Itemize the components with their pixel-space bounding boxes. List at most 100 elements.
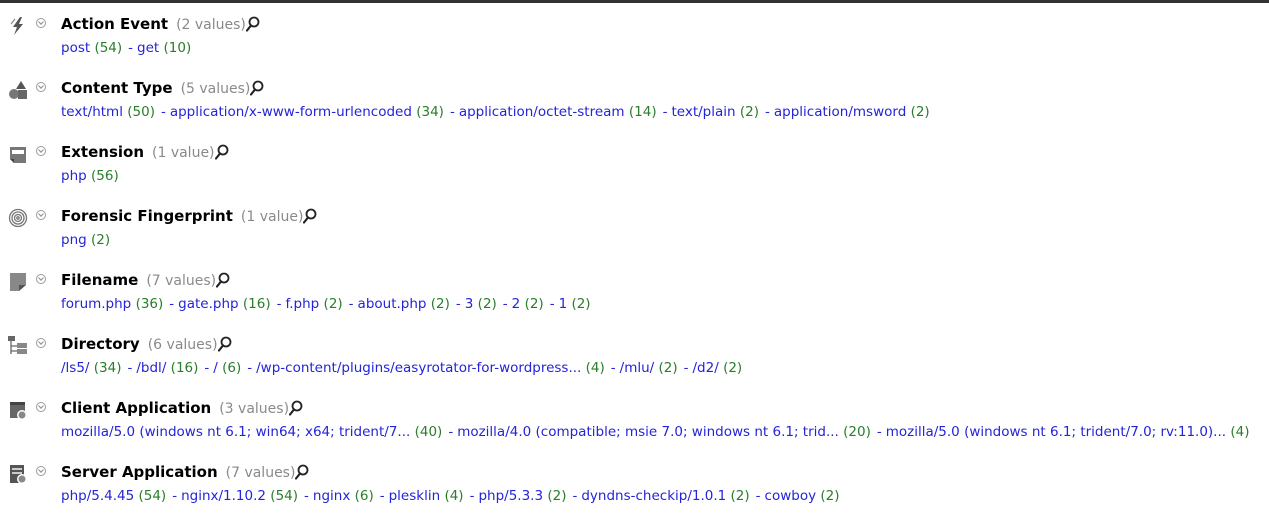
facet-value-link[interactable]: /ls5/ (34) <box>61 360 122 376</box>
collapse-toggle-icon[interactable] <box>36 210 46 220</box>
file-extension-icon <box>7 143 29 165</box>
facet-value-label[interactable]: about.php <box>358 296 427 312</box>
facet-header: Server Application (7 values) <box>61 462 309 482</box>
client-application-icon <box>7 399 29 421</box>
facet-value-link[interactable]: f.php (2) <box>285 296 342 312</box>
value-separator: - <box>276 296 282 312</box>
search-icon[interactable] <box>216 272 230 288</box>
facet-value-label[interactable]: gate.php <box>178 296 238 312</box>
facet-value-label[interactable]: /d2/ <box>693 360 719 376</box>
facet-value-label[interactable]: plesklin <box>389 488 441 504</box>
facet-value-label[interactable]: /mlu/ <box>620 360 655 376</box>
facet-value-link[interactable]: png (2) <box>61 232 110 248</box>
facet-value-label[interactable]: application/msword <box>774 104 906 120</box>
facet-value-link[interactable]: 2 (2) <box>512 296 544 312</box>
facet-value-link[interactable]: text/plain (2) <box>671 104 759 120</box>
facet-value-label[interactable]: 2 <box>512 296 521 312</box>
facet-value-link[interactable]: /bdl/ (16) <box>136 360 198 376</box>
search-icon[interactable] <box>295 464 309 480</box>
facet-value-link[interactable]: mozilla/4.0 (compatible; msie 7.0; windo… <box>457 424 871 440</box>
collapse-toggle-icon[interactable] <box>36 82 46 92</box>
facet-value-label[interactable]: f.php <box>285 296 319 312</box>
facet-value-link[interactable]: mozilla/5.0 (windows nt 6.1; win64; x64;… <box>61 424 442 440</box>
facet-values: /ls5/ (34) -/bdl/ (16) - / (6) -/wp-content/… <box>61 360 742 376</box>
value-separator: - <box>169 296 175 312</box>
facet-value-link[interactable]: php (56) <box>61 168 119 184</box>
facet-values: post (54) - get (10) <box>61 40 191 56</box>
search-icon[interactable] <box>214 144 229 160</box>
facet-value-link[interactable]: forum.php (36) <box>61 296 163 312</box>
facet-value-label[interactable]: /ls5/ <box>61 360 89 376</box>
facet-value-link[interactable]: application/x-www-form-urlencoded (34) <box>170 104 444 120</box>
facet-value-link[interactable]: application/msword (2) <box>774 104 930 120</box>
facet-value-link[interactable]: about.php (2) <box>358 296 450 312</box>
facet-value-label[interactable]: /bdl/ <box>136 360 166 376</box>
facet-value-label[interactable]: nginx <box>313 488 350 504</box>
facet-value-count-badge: (4) <box>444 488 464 504</box>
facet-row: Forensic Fingerprint (1 value) png (2) <box>0 195 1269 259</box>
facet-value-label[interactable]: dyndns-checkip/1.0.1 <box>581 488 726 504</box>
facet-title: Filename <box>61 271 139 289</box>
collapse-toggle-icon[interactable] <box>36 466 46 476</box>
facet-row: Action Event (2 values) post (54) - get (10) <box>0 3 1269 67</box>
facet-value-label[interactable]: php <box>61 168 87 184</box>
facet-value-link[interactable]: /wp-content/plugins/easyrotator-for-word… <box>256 360 605 376</box>
facet-value-label[interactable]: forum.php <box>61 296 131 312</box>
facet-value-link[interactable]: mozilla/5.0 (windows nt 6.1; trident/7.0… <box>886 424 1250 440</box>
facet-value-link[interactable]: get (10) <box>137 40 191 56</box>
collapse-toggle-icon[interactable] <box>36 274 46 284</box>
facet-header: Client Application (3 values) <box>61 398 303 418</box>
facet-value-link[interactable]: php/5.4.45 (54) <box>61 488 166 504</box>
facet-value-link[interactable]: /d2/ (2) <box>693 360 743 376</box>
facet-value-label[interactable]: /wp-content/plugins/easyrotator-for-word… <box>256 360 581 376</box>
collapse-toggle-icon[interactable] <box>36 18 46 28</box>
facet-value-label[interactable]: cowboy <box>765 488 817 504</box>
facet-value-label[interactable]: post <box>61 40 90 56</box>
facet-value-label[interactable]: php/5.3.3 <box>478 488 543 504</box>
facet-value-label[interactable]: 1 <box>559 296 568 312</box>
facet-value-label[interactable]: application/x-www-form-urlencoded <box>170 104 412 120</box>
collapse-toggle-icon[interactable] <box>36 402 46 412</box>
search-icon[interactable] <box>288 400 303 416</box>
facet-value-link[interactable]: /mlu/ (2) <box>620 360 678 376</box>
facet-value-label[interactable]: get <box>137 40 159 56</box>
facet-value-link[interactable]: nginx/1.10.2 (54) <box>181 488 298 504</box>
facet-header: Filename (7 values) <box>61 270 230 290</box>
facet-value-label[interactable]: application/octet-stream <box>459 104 625 120</box>
facet-value-link[interactable]: gate.php (16) <box>178 296 270 312</box>
facet-value-link[interactable]: 3 (2) <box>465 296 497 312</box>
facet-value-link[interactable]: plesklin (4) <box>389 488 464 504</box>
facet-value-label[interactable]: nginx/1.10.2 <box>181 488 266 504</box>
search-icon[interactable] <box>250 80 264 96</box>
facet-value-label[interactable]: mozilla/4.0 (compatible; msie 7.0; windo… <box>457 424 839 440</box>
facet-value-count-badge: (2) <box>739 104 759 120</box>
value-separator: - <box>379 488 385 504</box>
facet-value-count-badge: (36) <box>135 296 164 312</box>
search-icon[interactable] <box>303 208 317 224</box>
facet-value-label[interactable]: text/html <box>61 104 123 120</box>
facet-value-label[interactable]: 3 <box>465 296 474 312</box>
facet-value-link[interactable]: php/5.3.3 (2) <box>478 488 566 504</box>
facet-value-link[interactable]: 1 (2) <box>559 296 591 312</box>
facet-value-link[interactable]: text/html (50) <box>61 104 155 120</box>
facet-value-link[interactable]: application/octet-stream (14) <box>459 104 657 120</box>
facet-value-label[interactable]: mozilla/5.0 (windows nt 6.1; win64; x64;… <box>61 424 410 440</box>
collapse-toggle-icon[interactable] <box>36 338 46 348</box>
facet-value-link[interactable]: / (6) <box>213 360 241 376</box>
facet-value-label[interactable]: mozilla/5.0 (windows nt 6.1; trident/7.0… <box>886 424 1226 440</box>
facet-value-link[interactable]: cowboy (2) <box>765 488 840 504</box>
search-icon[interactable] <box>217 336 232 352</box>
facet-title: Extension <box>61 143 144 161</box>
facet-value-label[interactable]: / <box>213 360 218 376</box>
search-icon[interactable] <box>245 16 260 32</box>
facet-value-link[interactable]: post (54) <box>61 40 122 56</box>
value-separator: - <box>448 424 454 440</box>
facet-row: Content Type (5 values) text/html (50) - app… <box>0 67 1269 131</box>
facet-value-link[interactable]: dyndns-checkip/1.0.1 (2) <box>581 488 749 504</box>
facet-value-count: (1 value) <box>152 145 215 161</box>
facet-value-label[interactable]: text/plain <box>671 104 735 120</box>
facet-value-label[interactable]: php/5.4.45 <box>61 488 134 504</box>
facet-value-label[interactable]: png <box>61 232 87 248</box>
facet-value-link[interactable]: nginx (6) <box>313 488 374 504</box>
collapse-toggle-icon[interactable] <box>36 146 46 156</box>
